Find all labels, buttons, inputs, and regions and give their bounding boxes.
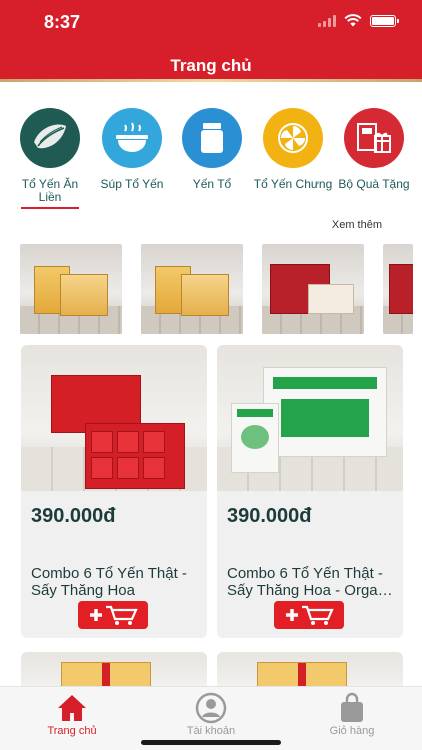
- nav-label: Giỏ hàng: [329, 725, 375, 737]
- nav-home[interactable]: Trang chủ: [12, 691, 132, 737]
- promo-thumbnail[interactable]: [20, 244, 122, 334]
- promo-thumbnail[interactable]: [141, 244, 243, 334]
- header-divider: [0, 79, 422, 82]
- category-steamed[interactable]: Tổ Yến Chưng: [252, 108, 334, 191]
- product-image: [217, 345, 403, 491]
- active-category-underline: [21, 207, 79, 209]
- add-to-cart-button[interactable]: [274, 601, 344, 629]
- category-jar[interactable]: Yến Tổ: [171, 108, 253, 191]
- app-screen: 8:37 Trang chủ Tổ Yến Ăn Liền Súp Tổ Yến…: [0, 0, 422, 750]
- product-name-line1: Combo 6 Tổ Yến Thật -: [227, 565, 383, 582]
- category-label: Bộ Quà Tặng: [338, 177, 410, 191]
- bird-nest-icon: [20, 108, 80, 168]
- nav-label: Tài khoản: [186, 725, 236, 737]
- add-to-cart-icon: [286, 605, 334, 625]
- product-image: [21, 345, 207, 491]
- wifi-icon: [344, 14, 362, 27]
- promo-thumbnail-strip[interactable]: [20, 244, 422, 334]
- home-indicator: [141, 740, 281, 745]
- status-icons: [318, 14, 399, 27]
- see-more-link[interactable]: Xem thêm: [332, 219, 382, 231]
- jar-icon: [182, 108, 242, 168]
- product-price: 390.000đ: [227, 505, 312, 527]
- signal-icon: [318, 14, 336, 27]
- product-name-line2: Sấy Thăng Hoa - Organi...: [227, 582, 393, 599]
- account-icon: [195, 692, 227, 724]
- category-label: Yến Tổ: [192, 177, 232, 191]
- product-name-line1: Combo 6 Tổ Yến Thật -: [31, 565, 187, 582]
- nav-account[interactable]: Tài khoản: [151, 691, 271, 737]
- product-name-line2: Sấy Thăng Hoa: [31, 582, 135, 599]
- nav-cart[interactable]: Giỏ hàng: [292, 691, 412, 737]
- soup-bowl-icon: [102, 108, 162, 168]
- category-label: Súp Tổ Yến: [100, 177, 164, 191]
- battery-icon: [370, 14, 399, 27]
- status-time: 8:37: [44, 12, 81, 32]
- product-card[interactable]: 390.000đ Combo 6 Tổ Yến Thật - Sấy Thăng…: [21, 345, 207, 638]
- category-row: Tổ Yến Ăn Liền Súp Tổ Yến Yến Tổ Tổ Yến …: [0, 100, 422, 210]
- add-to-cart-button[interactable]: [78, 601, 148, 629]
- nav-label: Trang chủ: [47, 725, 97, 737]
- gift-box-icon: [344, 108, 404, 168]
- category-gift[interactable]: Bộ Quà Tặng: [333, 108, 415, 191]
- swirl-icon: [263, 108, 323, 168]
- home-icon: [58, 695, 86, 721]
- add-to-cart-icon: [90, 605, 138, 625]
- product-card[interactable]: 390.000đ Combo 6 Tổ Yến Thật - Sấy Thăng…: [217, 345, 403, 638]
- category-label: Tổ Yến Chưng: [253, 177, 333, 191]
- promo-thumbnail[interactable]: [383, 244, 413, 334]
- category-soup[interactable]: Súp Tổ Yến: [91, 108, 173, 191]
- app-header: 8:37 Trang chủ: [0, 0, 422, 82]
- page-title: Trang chủ: [170, 56, 252, 75]
- category-label: Tổ Yến Ăn Liền: [21, 177, 79, 204]
- promo-thumbnail[interactable]: [262, 244, 364, 334]
- product-price: 390.000đ: [31, 505, 116, 527]
- category-bird-nest[interactable]: Tổ Yến Ăn Liền: [9, 108, 91, 209]
- shopping-bag-icon: [341, 692, 363, 722]
